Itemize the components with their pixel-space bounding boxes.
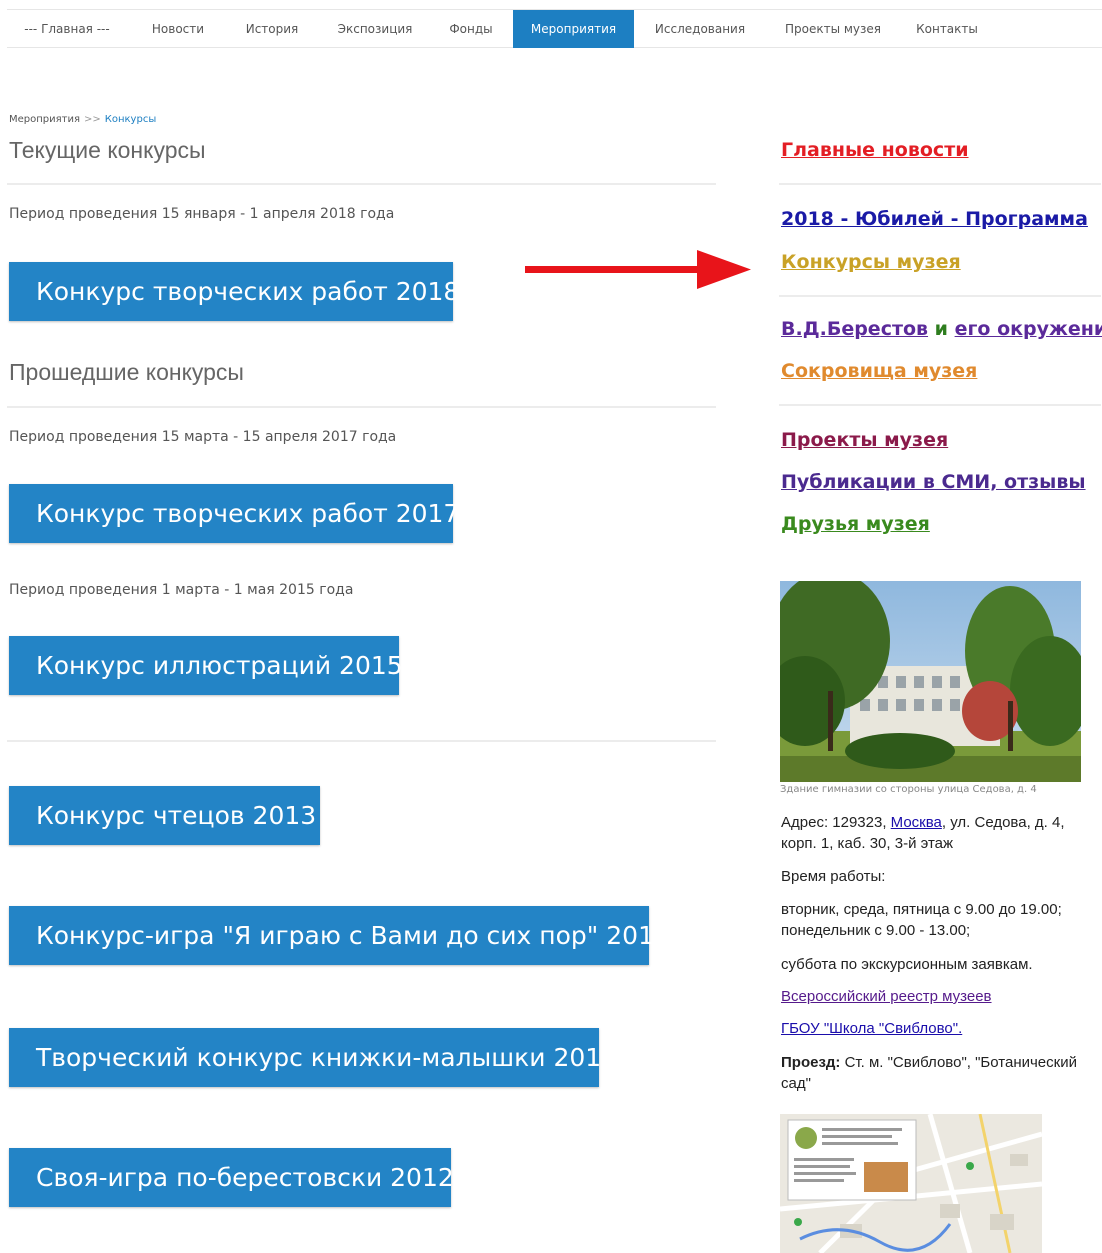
nav-item-home[interactable]: --- Главная --- <box>7 10 127 48</box>
nav-item-contacts[interactable]: Контакты <box>905 10 989 48</box>
game-contest-button-2013[interactable]: Конкурс-игра "Я играю с Вами до сих пор"… <box>9 906 670 965</box>
sidebar-link-main-news[interactable]: Главные новости <box>781 139 969 161</box>
nav-item-funds[interactable]: Фонды <box>435 10 507 48</box>
top-navigation: --- Главная --- Новости История Экспозиц… <box>7 9 1102 48</box>
hours-text: вторник, среда, пятница с 9.00 до 19.00;… <box>781 901 1062 939</box>
nav-item-news[interactable]: Новости <box>135 10 221 48</box>
address-prefix: Адрес: 129323, <box>781 814 891 831</box>
current-contests-title: Текущие конкурсы <box>9 137 206 163</box>
sidebar-link-contests[interactable]: Конкурсы музея <box>781 251 961 273</box>
saturday-text: суббота по экскурсионным заявкам. <box>781 956 1033 973</box>
sidebar-divider <box>779 404 1101 406</box>
nav-item-history[interactable]: История <box>229 10 315 48</box>
contest-button-2017[interactable]: Конкурс творческих работ 2017 <box>9 484 459 543</box>
route-label: Проезд: <box>781 1054 841 1071</box>
nav-item-research[interactable]: Исследования <box>643 10 757 48</box>
sidebar-divider <box>779 295 1101 297</box>
berestov-circle-link[interactable]: его окружение <box>955 318 1102 340</box>
school-link[interactable]: ГБОУ "Школа "Свиблово". <box>781 1020 962 1037</box>
divider <box>7 183 716 185</box>
nav-item-exposition[interactable]: Экспозиция <box>325 10 425 48</box>
school-link-wrap: ГБОУ "Школа "Свиблово". <box>781 1018 1099 1039</box>
breadcrumb-current[interactable]: Конкурсы <box>105 114 156 125</box>
period-text: Период проведения 15 января - 1 апреля 2… <box>9 206 395 222</box>
hours-label: Время работы: <box>781 868 886 885</box>
sidebar-link-treasures[interactable]: Сокровища музея <box>781 360 977 382</box>
red-arrow-icon <box>525 250 751 289</box>
breadcrumb-separator: >> <box>84 114 101 125</box>
sidebar-link-friends[interactable]: Друзья музея <box>781 513 930 535</box>
past-contests-title: Прошедшие конкурсы <box>9 359 244 385</box>
sidebar-link-jubilee[interactable]: 2018 - Юбилей - Программа <box>781 208 1088 230</box>
sidebar-link-publications[interactable]: Публикации в СМИ, отзывы <box>781 471 1086 493</box>
book-contest-button-2013[interactable]: Творческий конкурс книжки-малышки 2013 <box>9 1028 617 1087</box>
photo-caption: Здание гимназии со стороны улица Седова,… <box>780 784 1037 795</box>
museum-registry-link-wrap: Всероссийский реестр музеев <box>781 986 1099 1007</box>
route-text: Проезд: Ст. м. "Свиблово", "Ботанический… <box>781 1052 1099 1094</box>
nav-item-events[interactable]: Мероприятия <box>513 10 634 48</box>
readers-contest-button-2013[interactable]: Конкурс чтецов 2013 <box>9 786 320 845</box>
illustration-contest-button-2015[interactable]: Конкурс иллюстраций 2015 <box>9 636 403 695</box>
location-map[interactable] <box>780 1114 1042 1253</box>
breadcrumb: Мероприятия >> Конкурсы <box>9 114 156 125</box>
divider <box>7 406 716 408</box>
nav-item-projects[interactable]: Проекты музея <box>771 10 895 48</box>
breadcrumb-parent[interactable]: Мероприятия <box>9 114 80 125</box>
berestov-link[interactable]: В.Д.Берестов <box>781 318 928 340</box>
divider <box>7 740 716 742</box>
quiz-game-button-2012[interactable]: Своя-игра по-берестовски 2012 <box>9 1148 454 1207</box>
sidebar-link-berestov: В.Д.Берестов и его окружение <box>781 318 1102 340</box>
building-photo[interactable] <box>780 581 1081 782</box>
period-text: Период проведения 1 марта - 1 мая 2015 г… <box>9 582 354 598</box>
period-text: Период проведения 15 марта - 15 апреля 2… <box>9 429 397 445</box>
berestov-and-text: и <box>928 318 955 340</box>
address-city-link[interactable]: Москва <box>891 814 942 831</box>
address-text: Адрес: 129323, Москва, ул. Седова, д. 4,… <box>781 812 1099 854</box>
contest-button-2018[interactable]: Конкурс творческих работ 2018 <box>9 262 459 321</box>
museum-registry-link[interactable]: Всероссийский реестр музеев <box>781 988 992 1005</box>
sidebar-divider <box>779 183 1101 185</box>
sidebar-link-projects[interactable]: Проекты музея <box>781 429 948 451</box>
